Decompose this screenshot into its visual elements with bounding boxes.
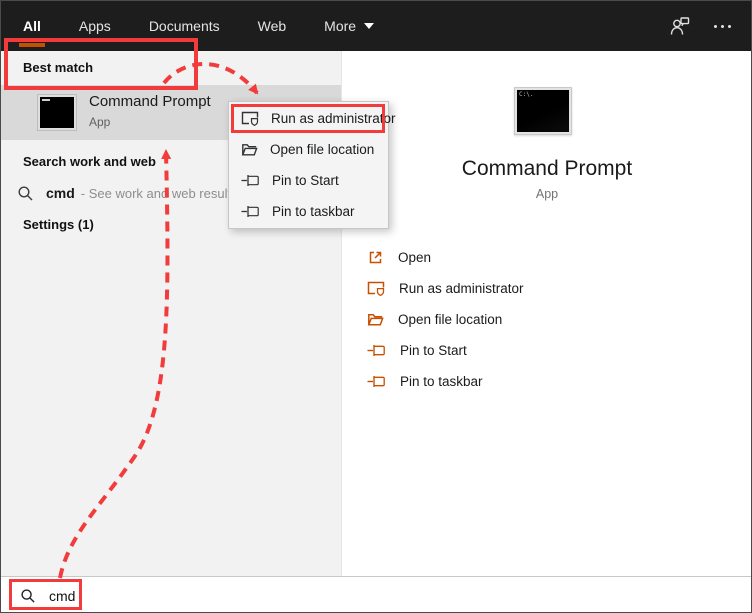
- action-open-label: Open: [398, 250, 431, 265]
- pin-icon: [241, 205, 260, 218]
- action-pin-to-taskbar[interactable]: Pin to taskbar: [367, 366, 524, 397]
- pin-icon: [367, 344, 386, 357]
- search-icon: [17, 185, 34, 202]
- action-pin-to-taskbar-label: Pin to taskbar: [400, 374, 483, 389]
- folder-icon: [367, 311, 384, 328]
- menu-item-pin-to-taskbar[interactable]: Pin to taskbar: [229, 196, 388, 227]
- more-options-icon[interactable]: [714, 25, 731, 28]
- command-prompt-icon-large: C:\.: [514, 87, 572, 135]
- folder-icon: [241, 141, 258, 158]
- preview-app-name: Command Prompt: [342, 157, 752, 181]
- run-as-administrator-icon: [367, 280, 385, 297]
- web-search-query: cmd: [46, 185, 75, 201]
- tab-documents-label: Documents: [149, 18, 220, 34]
- pin-icon: [367, 375, 386, 388]
- chevron-down-icon: [364, 23, 374, 29]
- menu-item-label: Pin to taskbar: [272, 204, 355, 219]
- tab-apps-label: Apps: [79, 18, 111, 34]
- windows-search-panel: All Apps Documents Web More Best match: [0, 0, 752, 613]
- pin-icon: [241, 174, 260, 187]
- action-run-as-administrator[interactable]: Run as administrator: [367, 273, 524, 304]
- menu-item-pin-to-start[interactable]: Pin to Start: [229, 165, 388, 196]
- search-web-heading: Search work and web: [23, 154, 156, 169]
- feedback-user-icon[interactable]: [668, 14, 692, 38]
- settings-heading: Settings (1): [23, 217, 94, 232]
- action-pin-to-start-label: Pin to Start: [400, 343, 467, 358]
- menu-item-label: Pin to Start: [272, 173, 339, 188]
- context-menu: Run as administrator Open file location …: [228, 101, 389, 229]
- annotation-box-command-prompt: [4, 38, 198, 90]
- tab-all-label: All: [23, 18, 41, 34]
- preview-panel: C:\. Command Prompt App Open: [341, 51, 752, 576]
- command-prompt-icon: [37, 94, 77, 131]
- tab-more-label: More: [324, 18, 356, 34]
- tab-web-label: Web: [258, 18, 287, 34]
- web-search-suffix: - See work and web results: [81, 186, 238, 201]
- menu-item-open-file-location[interactable]: Open file location: [229, 134, 388, 165]
- annotation-box-run-as-administrator: [231, 104, 385, 133]
- action-open-file-location[interactable]: Open file location: [367, 304, 524, 335]
- search-bar[interactable]: cmd: [1, 576, 752, 613]
- tab-more[interactable]: More: [324, 1, 374, 51]
- action-open-file-location-label: Open file location: [398, 312, 502, 327]
- tab-web[interactable]: Web: [258, 1, 287, 51]
- terminal-prompt-text: C:\.: [519, 91, 533, 98]
- best-match-app-name: Command Prompt: [89, 93, 211, 110]
- open-launch-icon: [367, 249, 384, 266]
- action-run-admin-label: Run as administrator: [399, 281, 524, 296]
- action-open[interactable]: Open: [367, 242, 524, 273]
- annotation-box-search-query: [9, 579, 82, 610]
- best-match-app-type: App: [89, 115, 211, 129]
- action-pin-to-start[interactable]: Pin to Start: [367, 335, 524, 366]
- preview-app-type: App: [342, 187, 752, 201]
- menu-item-label: Open file location: [270, 142, 374, 157]
- app-actions-list: Open Run as administrator: [367, 242, 524, 397]
